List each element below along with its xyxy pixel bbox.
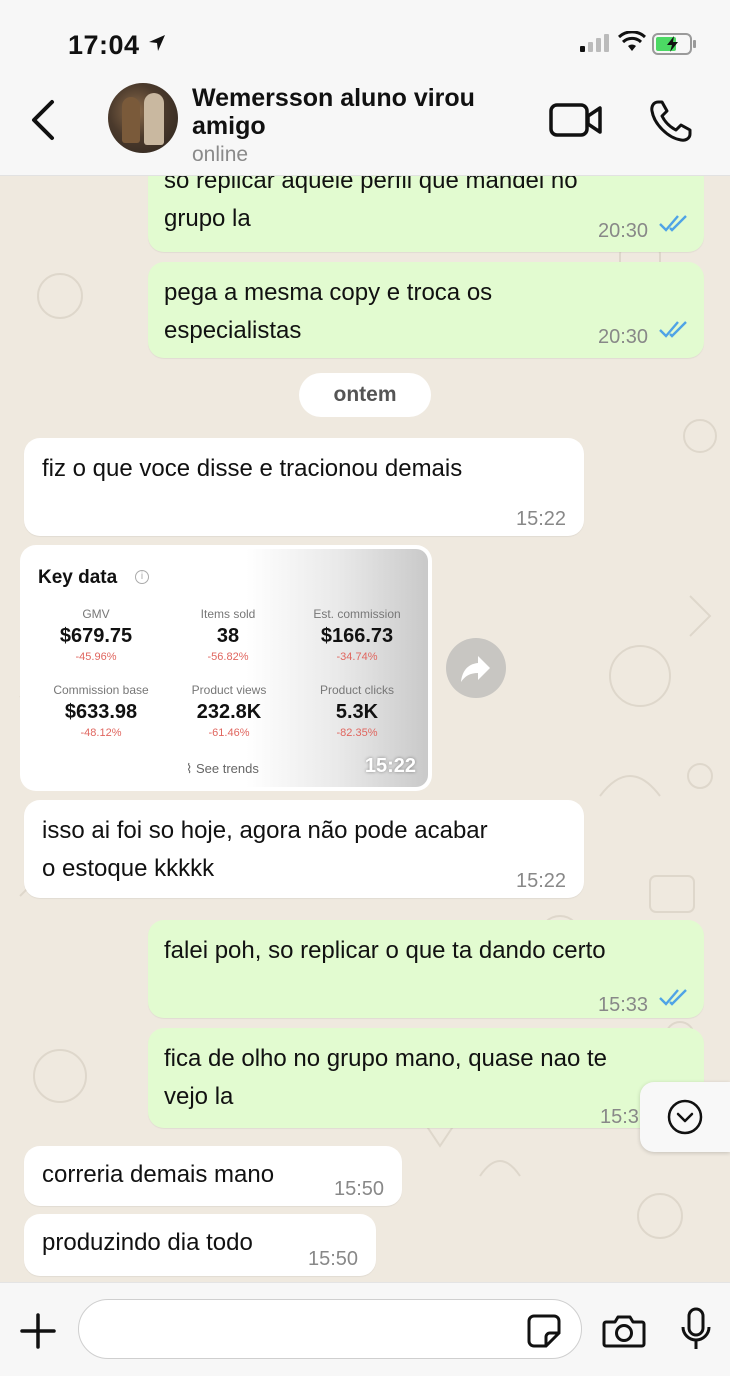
contact-status: online xyxy=(192,143,249,166)
image-message[interactable]: Key data i GMV $679.75 -45.96% Items sol… xyxy=(20,545,432,791)
status-bar: 17:04 xyxy=(0,0,730,80)
message-text: só replicar aquele perfil que mandei no xyxy=(164,176,578,194)
message-text: isso ai foi so hoje, agora não pode acab… xyxy=(42,817,488,844)
message-text: fiz o que voce disse e tracionou demais xyxy=(42,455,463,482)
message-bubble-outgoing[interactable]: só replicar aquele perfil que mandei no … xyxy=(148,176,704,252)
read-receipt-icon xyxy=(659,215,687,232)
status-time: 17:04 xyxy=(68,30,140,60)
message-bubble-incoming[interactable]: fiz o que voce disse e tracionou demais … xyxy=(24,438,584,536)
message-time: 20:30 xyxy=(598,326,649,348)
message-text: fica de olho no grupo mano, quase nao te xyxy=(164,1045,607,1072)
message-bubble-outgoing[interactable]: pega a mesma copy e troca os especialist… xyxy=(148,262,704,358)
message-bubble-incoming[interactable]: correria demais mano 15:50 xyxy=(24,1146,402,1206)
message-bubble-incoming[interactable]: isso ai foi so hoje, agora não pode acab… xyxy=(24,800,584,898)
metric-items-sold: Items sold 38 -56.82% xyxy=(200,607,256,663)
chat-area[interactable]: só replicar aquele perfil que mandei no … xyxy=(0,176,730,1282)
metric-commission-base: Commission base $633.98 -48.12% xyxy=(53,683,149,739)
key-data-screenshot[interactable]: Key data i GMV $679.75 -45.96% Items sol… xyxy=(24,549,428,787)
read-receipt-icon xyxy=(659,321,687,338)
message-time: 15:33 xyxy=(598,994,649,1016)
trend-chart-icon: ⌇ xyxy=(186,761,196,776)
message-text: falei poh, so replicar o que ta dando ce… xyxy=(164,937,606,964)
message-text: correria demais mano xyxy=(42,1161,275,1188)
message-input[interactable] xyxy=(78,1299,582,1359)
phone-icon[interactable] xyxy=(648,98,694,144)
message-text: especialistas xyxy=(164,317,302,344)
message-text: produzindo dia todo xyxy=(42,1229,253,1256)
battery-charging-icon xyxy=(652,33,696,55)
info-icon: i xyxy=(135,570,149,584)
composer-bar xyxy=(0,1282,730,1376)
contact-name[interactable]: Wemersson aluno virou amigo xyxy=(192,84,532,140)
metric-product-clicks: Product clicks 5.3K -82.35% xyxy=(319,683,395,739)
wifi-icon xyxy=(618,31,646,51)
video-camera-icon[interactable] xyxy=(548,100,604,140)
metric-product-views: Product views 232.8K -61.46% xyxy=(191,683,267,739)
message-time: 15:3 xyxy=(600,1106,639,1128)
camera-icon[interactable] xyxy=(602,1313,646,1349)
message-text: vejo la xyxy=(164,1083,234,1110)
message-text: pega a mesma copy e troca os xyxy=(164,279,493,306)
message-bubble-incoming[interactable]: produzindo dia todo 15:50 xyxy=(24,1214,376,1276)
sticker-icon[interactable] xyxy=(526,1313,562,1349)
chevron-down-circle-icon xyxy=(667,1099,703,1135)
plus-icon[interactable] xyxy=(18,1311,58,1351)
message-time: 15:50 xyxy=(334,1178,385,1200)
location-arrow-icon xyxy=(149,35,165,51)
key-data-title: Key data xyxy=(38,567,118,588)
metric-gmv: GMV $679.75 -45.96% xyxy=(59,607,133,663)
read-receipt-icon xyxy=(659,989,687,1006)
message-time: 15:22 xyxy=(516,508,567,530)
message-bubble-outgoing[interactable]: fica de olho no grupo mano, quase nao te… xyxy=(148,1028,704,1128)
message-time: 15:50 xyxy=(308,1248,359,1270)
message-time: 15:22 xyxy=(364,755,416,777)
scroll-to-bottom-button[interactable] xyxy=(640,1082,730,1152)
cellular-signal-icon xyxy=(580,34,609,52)
forward-icon[interactable] xyxy=(446,638,506,698)
message-time: 15:22 xyxy=(516,870,567,892)
see-trends-link: ⌇ See trends xyxy=(186,761,259,776)
microphone-icon[interactable] xyxy=(680,1307,712,1353)
date-separator: ontem xyxy=(299,373,431,417)
message-time: 20:30 xyxy=(598,220,649,242)
contact-avatar[interactable] xyxy=(108,83,178,153)
metric-est-commission: Est. commission $166.73 -34.74% xyxy=(313,607,401,663)
message-text: grupo la xyxy=(164,205,251,232)
message-bubble-outgoing[interactable]: falei poh, so replicar o que ta dando ce… xyxy=(148,920,704,1018)
back-chevron-icon[interactable] xyxy=(24,96,60,146)
chat-header: Wemersson aluno virou amigo online xyxy=(0,80,730,176)
message-text: o estoque kkkkk xyxy=(42,855,215,882)
